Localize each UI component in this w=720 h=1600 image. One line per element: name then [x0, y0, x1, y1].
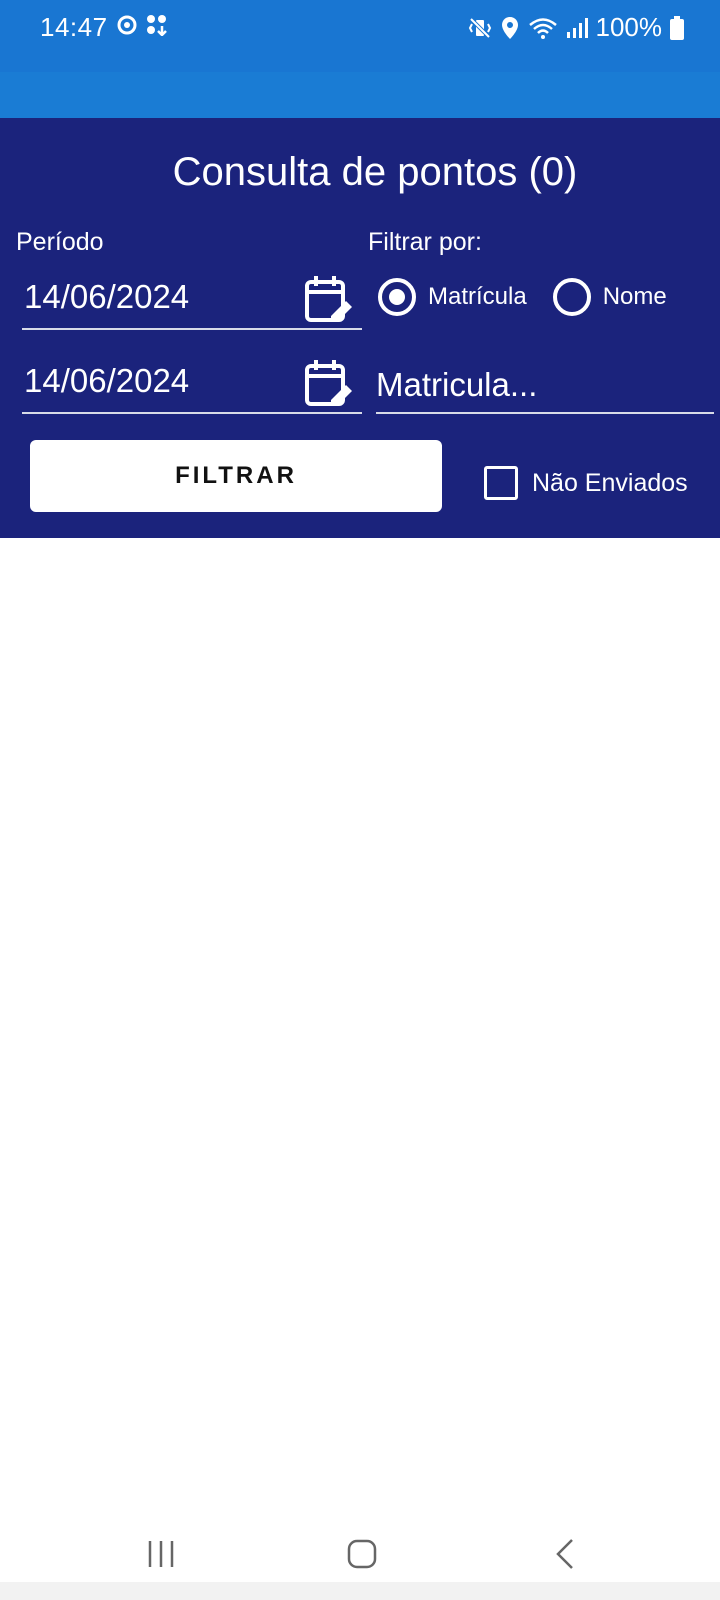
nao-enviados-label: Não Enviados: [532, 468, 688, 497]
recent-apps-icon[interactable]: [146, 1538, 178, 1570]
periodo-label: Período: [16, 228, 104, 256]
calendar-edit-icon[interactable]: [304, 274, 354, 326]
calendar-edit-icon[interactable]: [304, 358, 354, 410]
filtrar-por-label: Filtrar por:: [368, 228, 482, 256]
back-icon[interactable]: [550, 1538, 582, 1570]
radio-option-matricula[interactable]: Matrícula: [378, 278, 527, 316]
home-icon[interactable]: [346, 1538, 378, 1570]
status-system-icons: 100%: [468, 12, 684, 43]
date-end-field[interactable]: 14/06/2024: [22, 356, 362, 414]
location-icon: [501, 16, 518, 39]
nao-enviados-checkbox[interactable]: [484, 466, 518, 500]
battery-icon: [670, 15, 684, 40]
status-notification-icons: [116, 14, 168, 36]
nav-bottom-strip: [0, 1582, 720, 1600]
matricula-field[interactable]: [376, 360, 714, 414]
date-start-value: 14/06/2024: [24, 278, 190, 315]
settings-sync-icon: [117, 15, 137, 35]
page-title: Consulta de pontos (0): [172, 150, 578, 194]
date-start-field[interactable]: 14/06/2024: [22, 272, 362, 330]
vibrate-icon: [468, 17, 491, 38]
radio-matricula-label: Matrícula: [428, 283, 527, 310]
date-end-value: 14/06/2024: [24, 362, 190, 399]
status-bar: 14:47 100%: [0, 0, 720, 72]
radio-nome[interactable]: [552, 278, 591, 316]
signal-icon: [566, 17, 588, 38]
status-time: 14:47: [40, 12, 108, 42]
filter-by-radio-group: Matrícula Nome: [378, 278, 667, 316]
battery-percent: 100%: [595, 12, 663, 42]
download-icon: [147, 15, 167, 36]
radio-matricula[interactable]: [378, 278, 416, 316]
nao-enviados-option[interactable]: Não Enviados: [484, 466, 688, 500]
radio-nome-label: Nome: [602, 283, 667, 310]
matricula-input[interactable]: [376, 366, 714, 404]
app-bar: [0, 72, 720, 118]
filtrar-button[interactable]: FILTRAR: [30, 440, 442, 512]
radio-option-nome[interactable]: Nome: [552, 278, 667, 316]
wifi-icon: [528, 17, 557, 39]
